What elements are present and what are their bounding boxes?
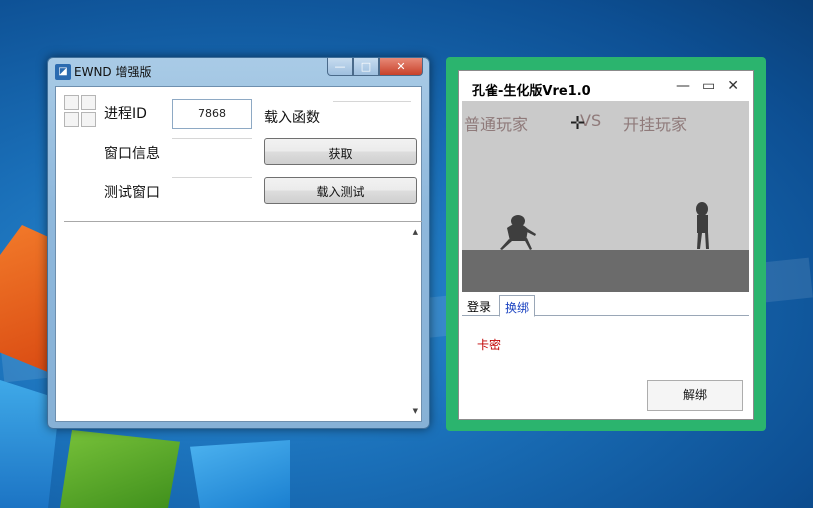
load-function-label: 载入函数: [264, 110, 320, 126]
unbind-button[interactable]: 解绑: [647, 380, 743, 411]
load-function-input[interactable]: [333, 101, 411, 127]
scroll-down-arrow[interactable]: ▼: [413, 407, 418, 415]
caption-buttons: — □ ✕: [327, 58, 423, 76]
game-banner: 普通玩家 VS 开挂玩家 ✛: [462, 101, 749, 292]
minimize-button[interactable]: —: [327, 58, 353, 76]
client-area: 进程ID 7868 载入函数 窗口信息 获取 测试窗口 载入测试 ▲ ▼: [55, 86, 422, 422]
close-button[interactable]: ✕: [727, 78, 739, 94]
minimize-button[interactable]: —: [676, 78, 690, 94]
window-info-label: 窗口信息: [104, 146, 160, 162]
maximize-button[interactable]: ▭: [702, 78, 715, 94]
scroll-up-arrow[interactable]: ▲: [413, 228, 418, 236]
window-title: EWND 增强版: [74, 65, 152, 79]
output-list[interactable]: ▲ ▼: [64, 221, 422, 421]
window-info-input[interactable]: [172, 138, 252, 164]
desktop-logo-green: [60, 430, 180, 508]
cheat-player-figure: [696, 202, 709, 249]
close-button[interactable]: ✕: [379, 58, 423, 76]
ewnd-window: ◪ EWND 增强版 — □ ✕ 进程ID 7868 载入函数 窗口信息 获取 …: [47, 57, 430, 429]
maximize-button[interactable]: □: [353, 58, 379, 76]
ground: [462, 250, 749, 292]
tab-rebind[interactable]: 换绑: [499, 295, 536, 317]
window-title: 孔雀-生化版Vre1.0: [472, 84, 591, 99]
desktop-logo-blue: [190, 440, 290, 508]
window-picker-icon[interactable]: [64, 95, 96, 127]
test-window-label: 测试窗口: [104, 185, 160, 201]
load-test-button[interactable]: 载入测试: [264, 177, 417, 204]
process-id-input[interactable]: 7868: [172, 99, 252, 129]
card-key-label: 卡密: [477, 338, 502, 352]
normal-player-figure: [500, 215, 536, 250]
tab-login[interactable]: 登录: [462, 295, 496, 316]
process-id-label: 进程ID: [104, 106, 147, 122]
test-window-input[interactable]: [172, 177, 252, 203]
caption-buttons: — ▭ ✕: [676, 78, 739, 94]
tab-strip: 登录 换绑: [462, 294, 749, 317]
app-icon: ◪: [55, 64, 71, 80]
get-button[interactable]: 获取: [264, 138, 417, 165]
kongque-window: 孔雀-生化版Vre1.0 — ▭ ✕ 普通玩家 VS 开挂玩家 ✛ 登录 换绑 …: [458, 70, 754, 420]
